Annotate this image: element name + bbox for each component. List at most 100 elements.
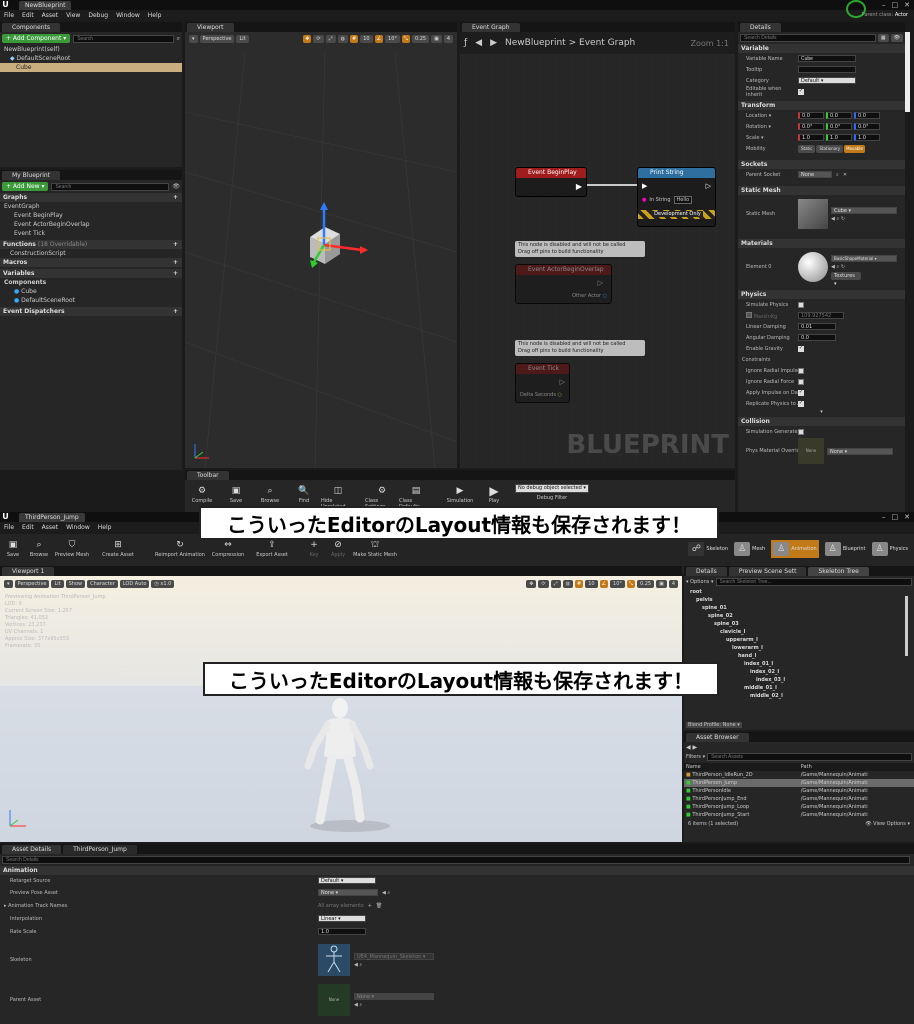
collision-section[interactable]: Collision — [738, 417, 905, 426]
mode-mesh[interactable]: ♙ Mesh — [734, 542, 765, 556]
rotation-x[interactable]: 0.0° — [798, 123, 824, 130]
snap-grid-icon[interactable]: # — [349, 35, 359, 43]
interpolation-dropdown[interactable]: Linear ▾ — [318, 915, 366, 922]
mesh-browse-icons[interactable]: ◀ ⌕ ↻ — [831, 216, 897, 222]
make-static-mesh-button[interactable]: ⛫ Make Static Mesh — [350, 538, 400, 559]
viewport-menu-button[interactable]: ▾ — [189, 35, 198, 43]
blend-profile-dropdown[interactable]: Blend Profile: None ▾ — [686, 722, 742, 728]
details-tab[interactable]: Details — [686, 566, 727, 576]
parent-socket-field[interactable]: None — [798, 171, 832, 178]
details-search-input[interactable] — [740, 34, 876, 42]
exec-out-pin-icon[interactable]: ▷ — [598, 279, 603, 287]
grid-view-icon[interactable]: ▦ — [877, 34, 889, 42]
asset-row[interactable]: ■ ThirdPersonJump_Start/Game/Mannequin/A… — [684, 811, 914, 819]
scale-z[interactable]: 1.0 — [854, 134, 880, 141]
scale-icon[interactable]: ⤢ — [325, 35, 336, 43]
col-path-header[interactable]: Path — [799, 763, 914, 771]
bone-item[interactable]: spine_03 — [684, 620, 914, 628]
anim-save-button[interactable]: ▣ Save — [0, 538, 26, 558]
variable-section[interactable]: Variable — [738, 44, 905, 53]
delete-track-icon[interactable]: 🗑 — [376, 903, 382, 909]
bone-item[interactable]: spine_02 — [684, 612, 914, 620]
static-mesh-section[interactable]: Static Mesh — [738, 186, 905, 195]
simulation-button[interactable]: ▶ Simulation — [443, 484, 477, 504]
add-macro-icon[interactable]: + — [173, 258, 178, 267]
add-graph-icon[interactable]: + — [173, 193, 178, 202]
event-beginplay-item[interactable]: Event BeginPlay — [0, 211, 182, 220]
nav-arrows[interactable]: ◀ ▶ — [684, 742, 914, 753]
viewport1-tab[interactable]: Viewport 1 — [2, 566, 55, 576]
asset-details-search-input[interactable] — [2, 856, 910, 864]
snap-scale-value[interactable]: 0.25 — [636, 580, 655, 588]
mode-skeleton[interactable]: ☍ Skeleton — [688, 542, 728, 556]
angular-damping-input[interactable]: 0.0 — [798, 334, 836, 341]
menu-debug[interactable]: Debug — [88, 12, 108, 19]
skeleton-dropdown[interactable]: UE4_Mannequin_Skeleton ▾ — [354, 952, 434, 960]
document-tab[interactable]: NewBlueprint — [19, 0, 72, 10]
material-browse-icons[interactable]: ◀ ⌕ ↻ — [831, 264, 897, 270]
materials-section[interactable]: Materials — [738, 239, 905, 248]
third-person-jump-tab[interactable]: ThirdPerson_Jump — [63, 844, 137, 854]
static-mesh-thumbnail[interactable] — [798, 199, 828, 229]
snap-grid-value[interactable]: 10 — [585, 580, 598, 588]
rotation-y[interactable]: 0.0° — [826, 123, 852, 130]
filters-button[interactable]: Filters ▾ — [686, 754, 705, 760]
string-pin-icon[interactable]: ● — [642, 197, 646, 203]
rate-scale-input[interactable]: 1.0 — [318, 928, 366, 935]
menu-view[interactable]: View — [66, 12, 80, 19]
debug-object-dropdown[interactable]: No debug object selected ▾ — [515, 484, 589, 493]
scale-icon[interactable]: ⤢ — [550, 580, 561, 588]
menu-window[interactable]: Window — [116, 12, 140, 19]
bone-item[interactable]: clavicle_l — [684, 628, 914, 636]
skeleton-tree-tab[interactable]: Skeleton Tree — [808, 566, 869, 576]
exec-out-pin-icon[interactable]: ▷ — [560, 378, 565, 386]
bone-item[interactable]: hand_l — [684, 652, 914, 660]
rotate-icon[interactable]: ⟳ — [313, 35, 324, 43]
asset-row[interactable]: ■ ThirdPersonJump_End/Game/Mannequin/Ani… — [684, 795, 914, 803]
bone-item[interactable]: spine_01 — [684, 604, 914, 612]
eye-icon[interactable]: 👁 — [172, 183, 180, 190]
cube-gizmo[interactable] — [300, 202, 380, 282]
camera-speed-value[interactable]: 4 — [668, 580, 678, 588]
location-x[interactable]: 0.0 — [798, 112, 824, 119]
category-dropdown[interactable]: Default ▾ — [798, 77, 856, 84]
lit-button[interactable]: Lit — [236, 35, 249, 43]
parent-asset-thumbnail[interactable]: None — [318, 984, 350, 1016]
event-overlap-item[interactable]: Event ActorBeginOverlap — [0, 220, 182, 229]
exec-pin-icon[interactable]: ▶ — [576, 182, 582, 191]
scale-y[interactable]: 1.0 — [826, 134, 852, 141]
rotate-icon[interactable]: ⟳ — [538, 580, 549, 588]
mobility-stationary[interactable]: Stationary — [816, 144, 844, 153]
view-options-button[interactable]: 👁 View Options ▾ — [865, 821, 910, 827]
menu-file[interactable]: File — [4, 12, 14, 19]
world-icon[interactable]: ◍ — [562, 580, 573, 588]
mannequin-figure[interactable] — [290, 696, 390, 836]
node-print-string[interactable]: Print String ▶ ▷ ● In String Hello Devel… — [637, 167, 716, 227]
default-scene-root-item[interactable]: ◆ DefaultSceneRoot — [4, 54, 182, 63]
static-mesh-dropdown[interactable]: Cube ▾ — [831, 206, 897, 214]
self-item[interactable]: NewBlueprint(self) — [4, 45, 182, 54]
components-tab[interactable]: Components — [2, 22, 60, 32]
export-asset-button[interactable]: ⇪ Export Asset — [252, 538, 292, 558]
skeleton-browse-icons[interactable]: ◀ ⌕ — [354, 962, 434, 968]
character-button[interactable]: Character — [87, 580, 118, 588]
play-button[interactable]: ▶ Play — [477, 484, 511, 504]
add-component-button[interactable]: + Add Component ▾ — [2, 34, 71, 43]
document-tab[interactable]: ThirdPerson_Jump — [19, 512, 85, 522]
anim-browse-button[interactable]: ⌕ Browse — [26, 538, 52, 558]
mass-input[interactable]: 109.927542 — [798, 312, 844, 319]
snap-scale-icon[interactable]: ⤡ — [626, 580, 635, 588]
asset-details-tab[interactable]: Asset Details — [2, 844, 62, 854]
physics-section[interactable]: Physics — [738, 290, 905, 299]
snap-grid-icon[interactable]: # — [574, 580, 584, 588]
functions-section[interactable]: Functions (18 Overridable) + — [0, 240, 182, 249]
search-icon[interactable]: ⌕ — [836, 172, 839, 178]
location-y[interactable]: 0.0 — [826, 112, 852, 119]
skeleton-options-button[interactable]: ▾ Options ▾ — [686, 579, 714, 585]
viewport-menu-button[interactable]: ▾ — [4, 580, 13, 588]
asset-browser-tab[interactable]: Asset Browser — [686, 732, 749, 742]
preview-mesh-button[interactable]: ⛉ Preview Mesh — [52, 538, 92, 558]
variable-name-input[interactable] — [798, 55, 856, 62]
editable-checkbox[interactable]: ✓ — [798, 88, 804, 95]
maximize-icon[interactable]: □ — [892, 0, 899, 10]
